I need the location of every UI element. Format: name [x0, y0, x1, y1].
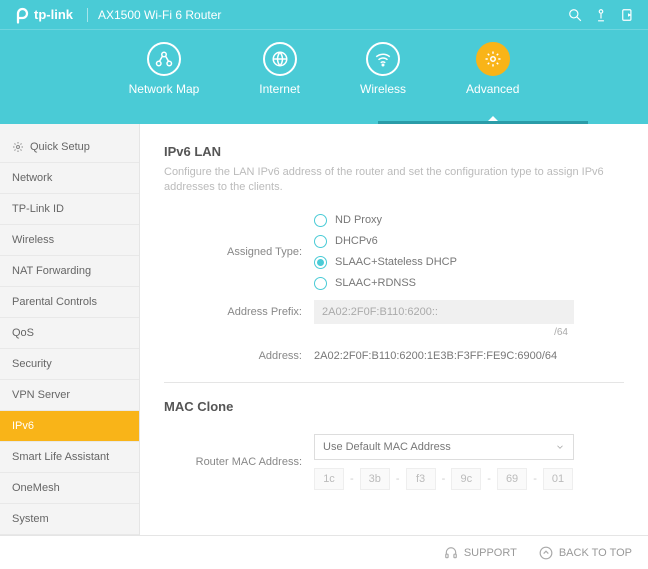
nav-label: Internet	[259, 82, 300, 96]
top-nav: Network Map Internet Wireless Advanced	[0, 30, 648, 124]
nav-advanced[interactable]: Advanced	[466, 42, 519, 124]
sidebar-item-label: NAT Forwarding	[12, 265, 91, 277]
sidebar-item-nat-forwarding[interactable]: NAT Forwarding	[0, 256, 139, 287]
brand-text: tp-link	[34, 7, 73, 22]
sidebar-item-qos[interactable]: QoS	[0, 318, 139, 349]
radio-label: SLAAC+Stateless DHCP	[335, 256, 457, 268]
model-text: AX1500 Wi-Fi 6 Router	[98, 8, 221, 22]
sidebar-item-security[interactable]: Security	[0, 349, 139, 380]
radio-label: DHCPv6	[335, 235, 378, 247]
nav-label: Wireless	[360, 82, 406, 96]
sidebar-item-label: Network	[12, 172, 52, 184]
router-mac-select[interactable]: Use Default MAC Address	[314, 434, 574, 460]
address-label: Address:	[164, 350, 314, 362]
sidebar-item-label: Parental Controls	[12, 296, 97, 308]
header-bar: tp-link AX1500 Wi-Fi 6 Router	[0, 0, 648, 30]
radio-dhcpv6[interactable]: DHCPv6	[314, 235, 624, 248]
router-mac-label: Router MAC Address:	[164, 456, 314, 468]
address-prefix-field: 2A02:2F0F:B110:6200::	[314, 300, 574, 324]
sidebar-item-label: System	[12, 513, 49, 525]
gear-icon	[12, 141, 24, 153]
mac-address-value: 1c- 3b- f3- 9c- 69- 01	[314, 468, 574, 490]
ipv6-lan-title: IPv6 LAN	[164, 144, 624, 159]
mac-clone-title: MAC Clone	[164, 399, 624, 414]
radio-nd-proxy[interactable]: ND Proxy	[314, 214, 624, 227]
nav-internet[interactable]: Internet	[259, 42, 300, 124]
nav-underline	[378, 121, 588, 124]
chevron-down-icon	[555, 442, 565, 452]
ipv6-lan-desc: Configure the LAN IPv6 address of the ro…	[164, 165, 624, 196]
sidebar-item-smart-life[interactable]: Smart Life Assistant	[0, 442, 139, 473]
sidebar-item-quick-setup[interactable]: Quick Setup	[0, 132, 139, 163]
mac-seg: 01	[543, 468, 573, 490]
sidebar-item-ipv6[interactable]: IPv6	[0, 411, 139, 442]
mac-seg: 69	[497, 468, 527, 490]
radio-label: ND Proxy	[335, 214, 382, 226]
led-icon[interactable]	[594, 8, 608, 22]
sidebar-item-label: QoS	[12, 327, 34, 339]
nav-network-map[interactable]: Network Map	[129, 42, 200, 124]
sidebar-item-parental-controls[interactable]: Parental Controls	[0, 287, 139, 318]
header-divider	[87, 8, 88, 22]
sidebar-item-label: TP-Link ID	[12, 203, 64, 215]
sidebar: Quick Setup Network TP-Link ID Wireless …	[0, 124, 140, 535]
sidebar-item-wireless[interactable]: Wireless	[0, 225, 139, 256]
assigned-type-label: Assigned Type:	[164, 246, 314, 258]
sidebar-item-system[interactable]: System	[0, 504, 139, 535]
address-prefix-suffix: /64	[554, 327, 568, 338]
sidebar-item-label: Security	[12, 358, 52, 370]
radio-slaac-rdnss[interactable]: SLAAC+RDNSS	[314, 277, 624, 290]
sidebar-item-label: Quick Setup	[30, 141, 90, 153]
address-value: 2A02:2F0F:B110:6200:1E3B:F3FF:FE9C:6900/…	[314, 350, 557, 362]
tp-link-logo-icon	[12, 6, 30, 24]
sidebar-item-vpn-server[interactable]: VPN Server	[0, 380, 139, 411]
nav-wireless[interactable]: Wireless	[360, 42, 406, 124]
sidebar-item-label: Smart Life Assistant	[12, 451, 109, 463]
footer: SUPPORT BACK TO TOP	[0, 535, 648, 569]
radio-label: SLAAC+RDNSS	[335, 277, 416, 289]
sidebar-item-label: Wireless	[12, 234, 54, 246]
nav-label: Network Map	[129, 82, 200, 96]
section-divider	[164, 382, 624, 383]
mac-seg: 1c	[314, 468, 344, 490]
sidebar-item-label: OneMesh	[12, 482, 60, 494]
sidebar-item-label: IPv6	[12, 420, 34, 432]
sidebar-item-label: VPN Server	[12, 389, 70, 401]
sidebar-item-tplink-id[interactable]: TP-Link ID	[0, 194, 139, 225]
select-value: Use Default MAC Address	[323, 441, 451, 453]
sidebar-item-network[interactable]: Network	[0, 163, 139, 194]
content-area: IPv6 LAN Configure the LAN IPv6 address …	[140, 124, 648, 535]
logout-icon[interactable]	[620, 8, 636, 22]
mac-seg: 9c	[451, 468, 481, 490]
address-prefix-label: Address Prefix:	[164, 306, 314, 318]
sidebar-item-onemesh[interactable]: OneMesh	[0, 473, 139, 504]
mac-seg: 3b	[360, 468, 390, 490]
search-icon[interactable]	[568, 8, 582, 22]
radio-slaac-stateless[interactable]: SLAAC+Stateless DHCP	[314, 256, 624, 269]
nav-label: Advanced	[466, 82, 519, 96]
mac-seg: f3	[406, 468, 436, 490]
